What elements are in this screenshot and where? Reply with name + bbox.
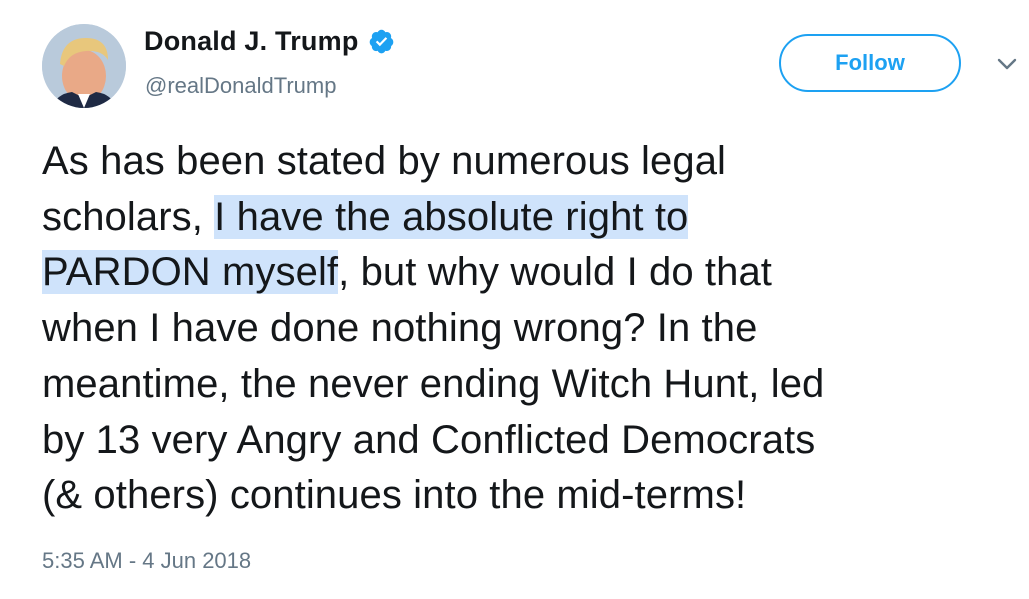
chevron-down-icon[interactable] <box>996 56 1018 72</box>
avatar[interactable] <box>42 24 126 108</box>
tweet-text-segment: scholars, <box>42 194 215 239</box>
tweet-line: meantime, the never ending Witch Hunt, l… <box>42 361 825 406</box>
tweet-line: when I have done nothing wrong? In the <box>42 306 758 351</box>
highlighted-text: I have the absolute right to <box>214 194 689 239</box>
follow-button[interactable]: Follow <box>779 34 961 92</box>
tweet-line: scholars, I have the absolute right to <box>42 190 1002 246</box>
user-handle[interactable]: @realDonaldTrump <box>145 73 336 99</box>
tweet-timestamp[interactable]: 5:35 AM - 4 Jun 2018 <box>42 548 251 574</box>
highlighted-text: PARDON myself <box>42 250 339 295</box>
tweet-line: (& others) continues into the mid-terms! <box>42 473 747 518</box>
display-name[interactable]: Donald J. Trump <box>144 26 359 57</box>
verified-badge-icon <box>369 29 393 54</box>
tweet-line: by 13 very Angry and Conflicted Democrat… <box>42 417 816 462</box>
tweet-line: As has been stated by numerous legal <box>42 139 727 183</box>
tweet-text: As has been stated by numerous legal sch… <box>42 134 1002 524</box>
user-name-row: Donald J. Trump <box>144 26 395 57</box>
tweet-card: Donald J. Trump @realDonaldTrump Follow … <box>0 0 1029 599</box>
tweet-text-segment: , but why would I do that <box>338 250 773 295</box>
avatar-image <box>42 24 126 108</box>
tweet-line: PARDON myself, but why would I do that <box>42 245 1002 301</box>
